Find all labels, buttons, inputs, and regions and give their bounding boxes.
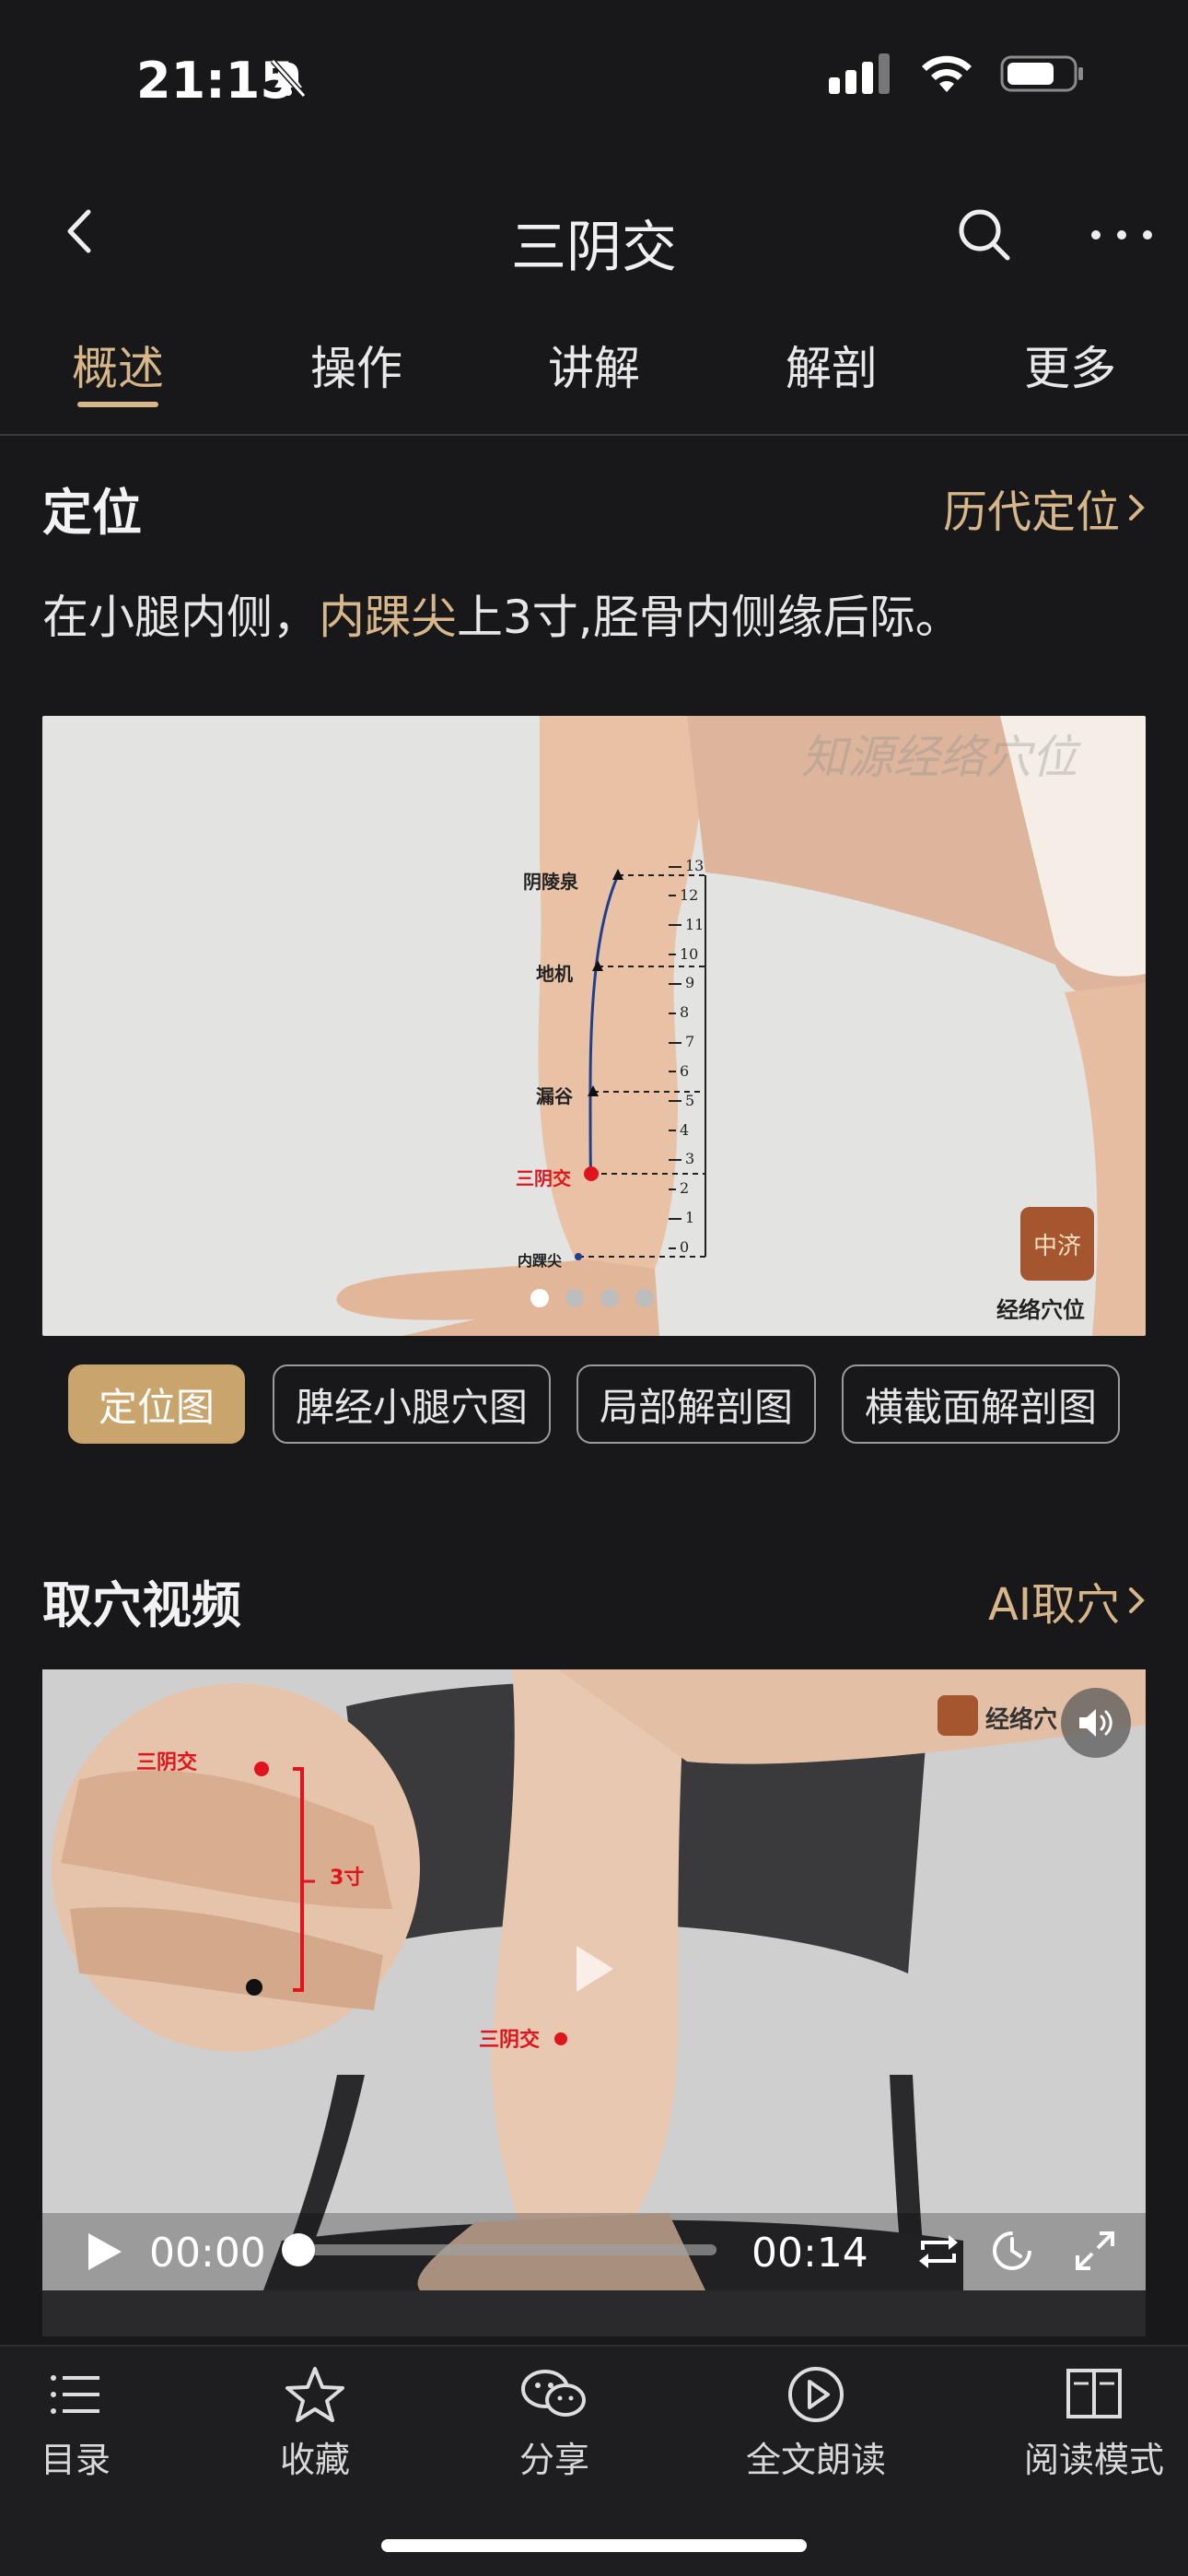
- share-label: 分享: [518, 2440, 589, 2480]
- location-description: 在小腿内侧，内踝尖上3寸,胫骨内侧缘后际。: [42, 580, 961, 647]
- ruler-tick-label: 10: [669, 945, 698, 963]
- bell-muted-icon: [270, 58, 307, 99]
- volume-button[interactable]: [1061, 1688, 1131, 1758]
- carousel-dot[interactable]: [565, 1289, 584, 1307]
- wifi-icon: [922, 55, 972, 92]
- ruler-tick-label: 2: [669, 1179, 689, 1197]
- section-title-location: 定位: [42, 484, 142, 542]
- reading-mode-label: 阅读模式: [1023, 2440, 1164, 2480]
- point-markers: [575, 869, 623, 1260]
- read-aloud-label: 全文朗读: [745, 2440, 886, 2480]
- play-icon[interactable]: [85, 2230, 125, 2274]
- ruler-tick-label: 7: [669, 1033, 694, 1050]
- triangle-marker: [588, 1085, 599, 1096]
- triangle-marker: [612, 869, 623, 880]
- favorite-button[interactable]: 收藏: [232, 2365, 398, 2482]
- home-indicator: [381, 2539, 807, 2552]
- carousel-dots: [530, 1289, 654, 1307]
- historical-location-link[interactable]: 历代定位: [943, 475, 1146, 540]
- active-tab-indicator: [77, 402, 158, 407]
- ruler-scale: 13 12 11 10 9 8 7 6 5 4 3 2 1 0: [669, 857, 761, 1262]
- reading-mode-button[interactable]: 阅读模式: [1011, 2365, 1177, 2482]
- brand-seal-logo: 中济: [1020, 1207, 1094, 1281]
- brand-logo-text: 经络穴位: [996, 1296, 1085, 1323]
- list-icon: [51, 2375, 99, 2414]
- toc-button[interactable]: 目录: [0, 2365, 158, 2482]
- video-leg-point-label: 三阴交: [479, 2029, 541, 2052]
- carousel-dot[interactable]: [600, 1289, 619, 1307]
- triangle-marker: [592, 960, 603, 971]
- book-icon: [1066, 2369, 1122, 2418]
- video-duration: 00:14: [751, 2230, 868, 2277]
- section-title-video: 取穴视频: [42, 1576, 241, 1634]
- chevron-right-icon: [1129, 495, 1145, 521]
- video-progress-track[interactable]: [297, 2244, 716, 2255]
- share-button[interactable]: 分享: [472, 2365, 637, 2482]
- video-current-time: 00:00: [149, 2230, 266, 2277]
- play-circle-icon: [788, 2367, 844, 2422]
- video-frame: [42, 1669, 1146, 2290]
- desc-highlight-link[interactable]: 内踝尖: [319, 591, 457, 644]
- signal-icon: [829, 53, 890, 94]
- ruler-tick-label: 0: [669, 1238, 689, 1256]
- desc-post: 上3寸,胫骨内侧缘后际。: [457, 591, 961, 644]
- tab-explain[interactable]: 讲解: [520, 332, 668, 398]
- chip-local-anatomy[interactable]: 局部解剖图: [577, 1364, 816, 1444]
- wechat-icon: [521, 2370, 586, 2417]
- loop-icon[interactable]: [915, 2231, 961, 2272]
- ai-point-link[interactable]: AI取穴: [988, 1568, 1146, 1633]
- chip-spleen-meridian-map[interactable]: 脾经小腿穴图: [273, 1364, 551, 1444]
- tab-more[interactable]: 更多: [996, 332, 1144, 398]
- ai-point-label: AI取穴: [988, 1579, 1120, 1631]
- status-indicators: [829, 53, 1085, 94]
- speaker-icon: [1079, 1709, 1112, 1737]
- chevron-right-icon: [1129, 1587, 1145, 1613]
- battery-icon: [1000, 55, 1083, 92]
- sanyinjiao-dot: [584, 1166, 599, 1181]
- more-icon[interactable]: [1089, 221, 1155, 249]
- tab-anatomy[interactable]: 解剖: [758, 332, 905, 398]
- video-bottom-strip: [42, 2290, 1146, 2336]
- tab-operation[interactable]: 操作: [283, 332, 430, 398]
- ruler-tick-label: 1: [669, 1209, 694, 1226]
- chip-cross-section[interactable]: 横截面解剖图: [842, 1364, 1120, 1444]
- ruler-tick-label: 12: [669, 886, 698, 904]
- ruler-tick-label: 13: [669, 857, 704, 874]
- carousel-dot-active[interactable]: [530, 1289, 549, 1307]
- playback-speed-icon[interactable]: [989, 2228, 1035, 2274]
- ruler-tick-label: 9: [669, 974, 694, 991]
- tab-overview[interactable]: 概述: [44, 332, 192, 398]
- ruler-tick-label: 3: [669, 1150, 694, 1167]
- carousel-dot[interactable]: [635, 1289, 654, 1307]
- ruler-tick-label: 5: [669, 1092, 694, 1109]
- video-player[interactable]: [42, 1669, 1146, 2290]
- read-aloud-button[interactable]: 全文朗读: [733, 2365, 899, 2482]
- ruler-tick-label: 11: [669, 916, 704, 933]
- ruler-tick-label: 4: [669, 1121, 689, 1139]
- star-icon: [285, 2367, 344, 2422]
- ruler-tick-label: 8: [669, 1003, 689, 1021]
- desc-pre: 在小腿内侧，: [42, 591, 319, 644]
- ruler-tick-label: 6: [669, 1062, 689, 1080]
- video-inset-point-label: 三阴交: [136, 1751, 198, 1774]
- tab-bar: 概述 操作 讲解 解剖 更多: [0, 332, 1188, 433]
- ankle-dot: [575, 1253, 582, 1260]
- favorite-label: 收藏: [279, 2440, 350, 2480]
- divider: [0, 434, 1188, 436]
- fullscreen-icon[interactable]: [1074, 2230, 1116, 2272]
- search-icon[interactable]: [954, 205, 1013, 263]
- historical-location-label: 历代定位: [942, 486, 1120, 538]
- video-inset-measure: 3寸: [330, 1867, 365, 1890]
- video-logo-seal: [938, 1695, 978, 1736]
- chip-location-map[interactable]: 定位图: [68, 1364, 245, 1444]
- toc-label: 目录: [40, 2440, 111, 2480]
- video-logo-text: 经络穴: [985, 1706, 1058, 1734]
- video-progress-thumb[interactable]: [282, 2233, 315, 2266]
- watermark-text: 知源经络穴位: [801, 731, 1077, 784]
